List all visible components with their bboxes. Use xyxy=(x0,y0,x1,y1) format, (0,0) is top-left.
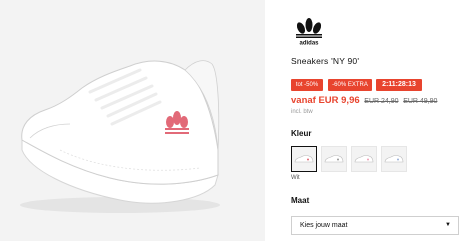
white-blue-sneaker-thumb-icon xyxy=(384,155,404,163)
size-label: Maat xyxy=(291,196,310,205)
color-label: Kleur xyxy=(291,129,312,138)
countdown-timer: 2:11:28:13 xyxy=(376,79,422,91)
discount-badge: tot -50% xyxy=(291,79,323,91)
price-row: vanaf EUR 9,96 EUR 24,90 EUR 49,90 xyxy=(291,95,437,106)
old-price-2: EUR 49,90 xyxy=(403,98,438,105)
svg-text:adidas: adidas xyxy=(299,41,319,46)
selected-color-name: Wit xyxy=(291,175,300,181)
swatch-white-pink[interactable] xyxy=(351,146,377,172)
extra-discount-badge: -60% EXTRA xyxy=(328,79,372,91)
swatch-white[interactable] xyxy=(321,146,347,172)
white-pink-sneaker-thumb-icon xyxy=(354,155,374,163)
product-title: Sneakers 'NY 90' xyxy=(291,56,360,66)
white-red-sneaker-thumb-icon xyxy=(294,155,314,163)
product-image-gallery[interactable] xyxy=(0,0,265,241)
adidas-logo-icon[interactable]: adidas xyxy=(291,17,327,45)
current-price: vanaf EUR 9,96 xyxy=(291,95,360,106)
size-select[interactable]: Kies jouw maat ▼ xyxy=(291,216,459,235)
swatch-white-blue[interactable] xyxy=(381,146,407,172)
chevron-down-icon: ▼ xyxy=(445,222,451,228)
old-price-1: EUR 24,90 xyxy=(364,98,399,105)
color-swatches xyxy=(291,146,407,172)
vat-note: incl. btw xyxy=(291,109,313,115)
size-select-value: Kies jouw maat xyxy=(300,222,348,229)
sneaker-product-image xyxy=(20,60,220,213)
product-info-panel: adidas Sneakers 'NY 90' tot -50% -60% EX… xyxy=(291,0,471,241)
swatch-white-red[interactable] xyxy=(291,146,317,172)
white-sneaker-thumb-icon xyxy=(324,155,344,163)
